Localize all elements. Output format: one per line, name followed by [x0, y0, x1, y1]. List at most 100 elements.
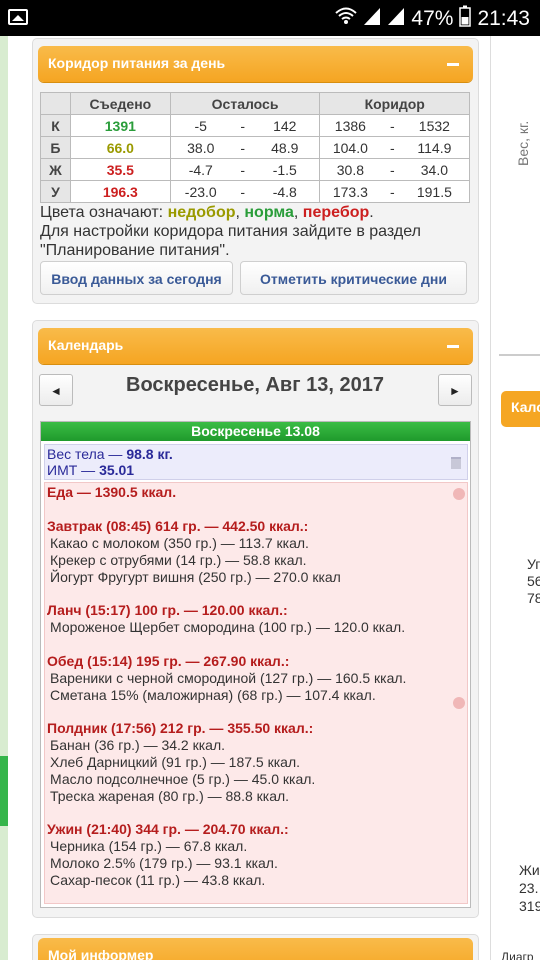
- calendar-panel-header[interactable]: Календарь: [38, 328, 473, 364]
- table-row: У 196.3 -23.0- -4.8 173.3-191.5: [40, 180, 470, 203]
- header-empty: [40, 92, 71, 115]
- prev-day-button[interactable]: ◄: [39, 374, 73, 406]
- table-row: Ж 35.5 -4.7- -1.5 30.8-34.0: [40, 158, 470, 181]
- meal-item: Какао с молоком (350 гр.) — 113.7 ккал.: [50, 535, 309, 551]
- weight-box[interactable]: Вес тела — 98.8 кг. ИМТ — 35.01: [44, 444, 468, 480]
- status-bar: 47% 21:43: [0, 0, 540, 36]
- meal-item: Вареники с черной смородиной (127 гр.) —…: [50, 670, 407, 686]
- eaten-value: 196.3: [69, 180, 171, 203]
- meal-head: Ужин (21:40) 344 гр. — 204.70 ккал.:: [47, 821, 289, 837]
- weight-value: 98.8 кг.: [126, 446, 173, 462]
- corridor-panel-header[interactable]: Коридор питания за день: [38, 46, 473, 82]
- left-green-marker: [0, 756, 8, 826]
- left-max: -4.8: [272, 183, 297, 200]
- header-left: Осталось: [169, 92, 321, 115]
- corridor-panel-title: Коридор питания за день: [48, 55, 226, 71]
- meal-item: Сметана 15% (маложирная) (68 гр.) — 107.…: [50, 687, 376, 703]
- eaten-value: 66.0: [69, 136, 171, 159]
- meal-head: Завтрак (08:45) 614 гр. — 442.50 ккал.:: [47, 518, 309, 534]
- informer-panel-title: Мой информер: [48, 947, 154, 960]
- corr-max: 34.0: [420, 161, 448, 178]
- eaten-value: 1391: [69, 114, 171, 137]
- wifi-icon: [335, 6, 358, 32]
- corr-min: 1386: [334, 117, 366, 134]
- trash-icon[interactable]: [451, 457, 461, 469]
- eaten-value: 35.5: [69, 158, 171, 181]
- meal-breakfast: Завтрак (08:45) 614 гр. — 442.50 ккал.: …: [47, 518, 341, 586]
- calories-panel-header[interactable]: Кало: [501, 391, 540, 427]
- meal-item: Сахар-песок (11 гр.) — 43.8 ккал.: [50, 872, 266, 888]
- rc-text-6: 319: [519, 898, 540, 914]
- apple-icon[interactable]: [453, 697, 465, 709]
- bmi-label: ИМТ —: [47, 462, 96, 478]
- left-range: -4.7- -1.5: [169, 158, 321, 181]
- row-label: К: [40, 114, 71, 137]
- table-row: Б 66.0 38.0-48.9 104.0-114.9: [40, 136, 470, 159]
- enter-today-button[interactable]: Ввод данных за сегодня: [40, 261, 233, 295]
- left-range: -23.0- -4.8: [169, 180, 321, 203]
- table-row: К 1391 -5-142 1386-1532: [40, 114, 470, 137]
- left-min: 38.0: [187, 139, 215, 156]
- day-title: Воскресенье 13.08: [41, 422, 470, 441]
- right-column: Вес, кг. Кало Уг 56 78 Жи 23. 319 Диагр: [490, 36, 540, 960]
- clock: 21:43: [477, 7, 530, 30]
- rc-text-2: 56: [527, 573, 540, 589]
- rc-text-7: Диагр: [501, 950, 534, 960]
- corr-max: 114.9: [417, 139, 452, 156]
- battery-percent: 47%: [411, 7, 454, 30]
- calendar-panel-title: Календарь: [48, 337, 124, 353]
- mark-critical-days-button[interactable]: Отметить критические дни: [240, 261, 467, 295]
- meal-snack: Полдник (17:56) 212 гр. — 355.50 ккал.: …: [47, 720, 315, 805]
- color-legend: Цвета означают: недобор, норма, перебор.…: [40, 203, 480, 260]
- row-label: Б: [40, 136, 71, 159]
- battery-icon: [459, 5, 472, 33]
- weight-label: Вес тела —: [47, 446, 123, 462]
- corridor-range: 173.3-191.5: [319, 180, 470, 203]
- meal-lunch: Ланч (15:17) 100 гр. — 120.00 ккал.: Мор…: [47, 602, 405, 636]
- corridor-range: 30.8-34.0: [319, 158, 470, 181]
- left-max: 48.9: [271, 139, 299, 156]
- left-range: 38.0-48.9: [169, 136, 321, 159]
- food-box[interactable]: Еда — 1390.5 ккал. Завтрак (08:45) 614 г…: [44, 482, 468, 904]
- left-edge-strip: [0, 36, 8, 960]
- corr-max: 191.5: [416, 183, 452, 200]
- rc-text-1: Уг: [527, 556, 540, 572]
- legend-norm: норма: [244, 204, 294, 221]
- legend-under: недобор: [167, 204, 236, 221]
- informer-panel-header[interactable]: Мой информер: [38, 938, 473, 960]
- header-eaten: Съедено: [69, 92, 171, 115]
- collapse-icon[interactable]: [447, 63, 459, 66]
- meal-head: Обед (15:14) 195 гр. — 267.90 ккал.:: [47, 653, 290, 669]
- next-day-button[interactable]: ►: [438, 374, 472, 406]
- row-label: Ж: [40, 158, 71, 181]
- rc-text-4: Жи: [519, 862, 540, 878]
- meal-head: Ланч (15:17) 100 гр. — 120.00 ккал.:: [47, 602, 288, 618]
- corr-min: 30.8: [336, 161, 364, 178]
- left-min: -5: [194, 117, 207, 134]
- row-label: У: [40, 180, 71, 203]
- apple-icon[interactable]: [453, 488, 465, 500]
- corr-max: 1532: [418, 117, 450, 134]
- corridor-range: 1386-1532: [319, 114, 470, 137]
- meal-item: Черника (154 гр.) — 67.8 ккал.: [50, 838, 248, 854]
- nutrition-table: Съедено Осталось Коридор К 1391 -5-142 1…: [40, 92, 470, 203]
- prev-arrow-icon: ◄: [50, 384, 62, 398]
- rc-text-3: 78: [527, 590, 540, 606]
- legend-prefix: Цвета означают:: [40, 204, 164, 221]
- legend-over: перебор: [302, 204, 370, 221]
- meal-item: Молоко 2.5% (179 гр.) — 93.1 ккал.: [50, 855, 278, 871]
- meal-item: Треска жареная (80 гр.) — 88.8 ккал.: [50, 788, 290, 804]
- meal-item: Масло подсолнечное (5 гр.) — 45.0 ккал.: [50, 771, 316, 787]
- gallery-icon: [8, 9, 28, 25]
- next-arrow-icon: ►: [449, 384, 461, 398]
- header-corridor: Коридор: [319, 92, 470, 115]
- meal-head: Полдник (17:56) 212 гр. — 355.50 ккал.:: [47, 720, 314, 736]
- left-max: 142: [273, 117, 297, 134]
- corr-min: 104.0: [332, 139, 368, 156]
- left-min: -4.7: [188, 161, 213, 178]
- meal-item: Хлеб Дарницкий (91 гр.) — 187.5 ккал.: [50, 754, 300, 770]
- corridor-hint: Для настройки коридора питания зайдите в…: [40, 223, 421, 259]
- collapse-icon[interactable]: [447, 345, 459, 348]
- meal-item: Банан (36 гр.) — 34.2 ккал.: [50, 737, 225, 753]
- corridor-range: 104.0-114.9: [319, 136, 470, 159]
